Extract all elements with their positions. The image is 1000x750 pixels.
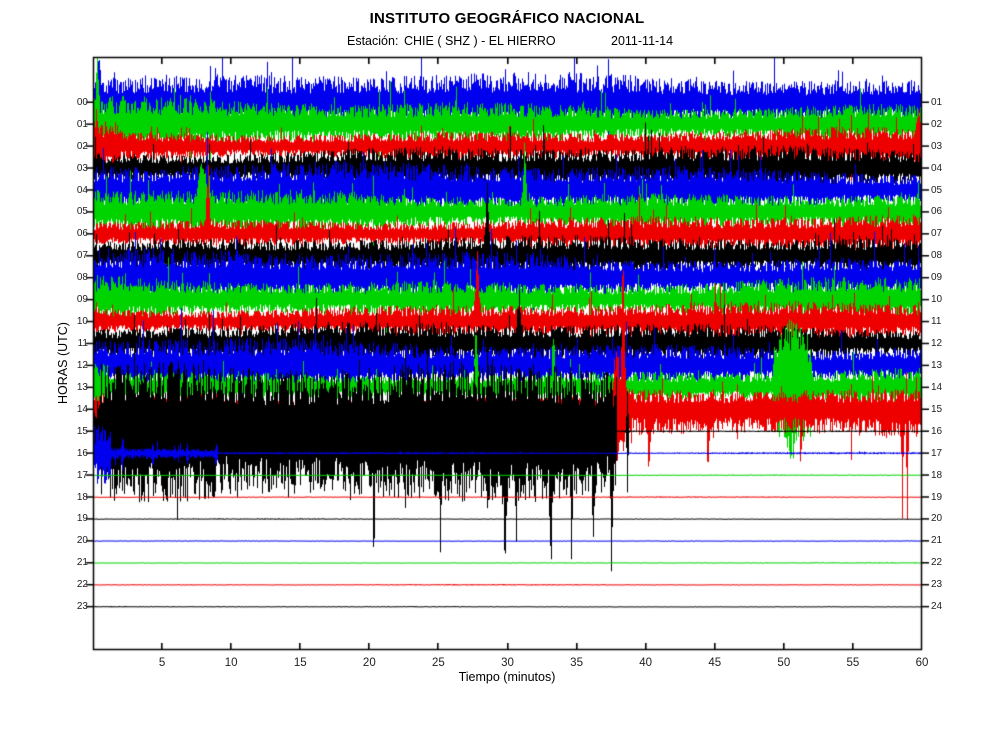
station-value: CHIE ( SHZ ) - EL HIERRO	[404, 34, 556, 48]
right-hour-label: 16	[931, 426, 957, 437]
left-hour-label: 02	[62, 141, 88, 152]
seismogram-canvas	[0, 0, 1000, 750]
right-hour-label: 01	[931, 97, 957, 108]
right-hour-label: 19	[931, 492, 957, 503]
left-hour-label: 18	[62, 492, 88, 503]
minute-tick-label: 50	[770, 657, 798, 669]
minute-tick-label: 40	[632, 657, 660, 669]
left-hour-label: 20	[62, 535, 88, 546]
left-hour-label: 05	[62, 206, 88, 217]
right-hour-label: 21	[931, 535, 957, 546]
x-axis-label: Tiempo (minutos)	[459, 670, 556, 684]
right-hour-label: 03	[931, 141, 957, 152]
right-hour-label: 17	[931, 448, 957, 459]
left-hour-label: 17	[62, 470, 88, 481]
left-hour-label: 15	[62, 426, 88, 437]
left-hour-label: 23	[62, 601, 88, 612]
right-hour-label: 11	[931, 316, 957, 327]
right-hour-label: 08	[931, 250, 957, 261]
right-hour-label: 10	[931, 294, 957, 305]
minute-tick-label: 15	[286, 657, 314, 669]
left-hour-label: 01	[62, 119, 88, 130]
left-hour-label: 21	[62, 557, 88, 568]
date-value: 2011-11-14	[611, 34, 673, 48]
right-hour-label: 13	[931, 360, 957, 371]
right-hour-label: 23	[931, 579, 957, 590]
right-hour-label: 07	[931, 228, 957, 239]
left-hour-label: 08	[62, 272, 88, 283]
minute-tick-label: 60	[908, 657, 936, 669]
left-hour-label: 06	[62, 228, 88, 239]
minute-tick-label: 30	[494, 657, 522, 669]
minute-tick-label: 10	[217, 657, 245, 669]
left-hour-label: 12	[62, 360, 88, 371]
left-hour-label: 13	[62, 382, 88, 393]
left-hour-label: 14	[62, 404, 88, 415]
right-hour-label: 06	[931, 206, 957, 217]
left-hour-label: 09	[62, 294, 88, 305]
right-hour-label: 09	[931, 272, 957, 283]
minute-tick-label: 55	[839, 657, 867, 669]
left-hour-label: 03	[62, 163, 88, 174]
right-hour-label: 12	[931, 338, 957, 349]
left-hour-label: 16	[62, 448, 88, 459]
right-hour-label: 18	[931, 470, 957, 481]
minute-tick-label: 25	[424, 657, 452, 669]
left-hour-label: 10	[62, 316, 88, 327]
station-field-label: Estación:	[347, 34, 398, 48]
left-hour-label: 00	[62, 97, 88, 108]
left-hour-label: 11	[62, 338, 88, 349]
minute-tick-label: 35	[563, 657, 591, 669]
minute-tick-label: 5	[148, 657, 176, 669]
helicorder-page: INSTITUTO GEOGRÁFICO NACIONAL Estación: …	[0, 0, 1000, 750]
right-hour-label: 02	[931, 119, 957, 130]
right-hour-label: 20	[931, 513, 957, 524]
minute-tick-label: 45	[701, 657, 729, 669]
right-hour-label: 04	[931, 163, 957, 174]
left-hour-label: 19	[62, 513, 88, 524]
right-hour-label: 22	[931, 557, 957, 568]
minute-tick-label: 20	[355, 657, 383, 669]
page-title: INSTITUTO GEOGRÁFICO NACIONAL	[370, 10, 645, 27]
right-hour-label: 14	[931, 382, 957, 393]
left-hour-label: 07	[62, 250, 88, 261]
left-hour-label: 04	[62, 185, 88, 196]
right-hour-label: 15	[931, 404, 957, 415]
right-hour-label: 24	[931, 601, 957, 612]
right-hour-label: 05	[931, 185, 957, 196]
left-hour-label: 22	[62, 579, 88, 590]
